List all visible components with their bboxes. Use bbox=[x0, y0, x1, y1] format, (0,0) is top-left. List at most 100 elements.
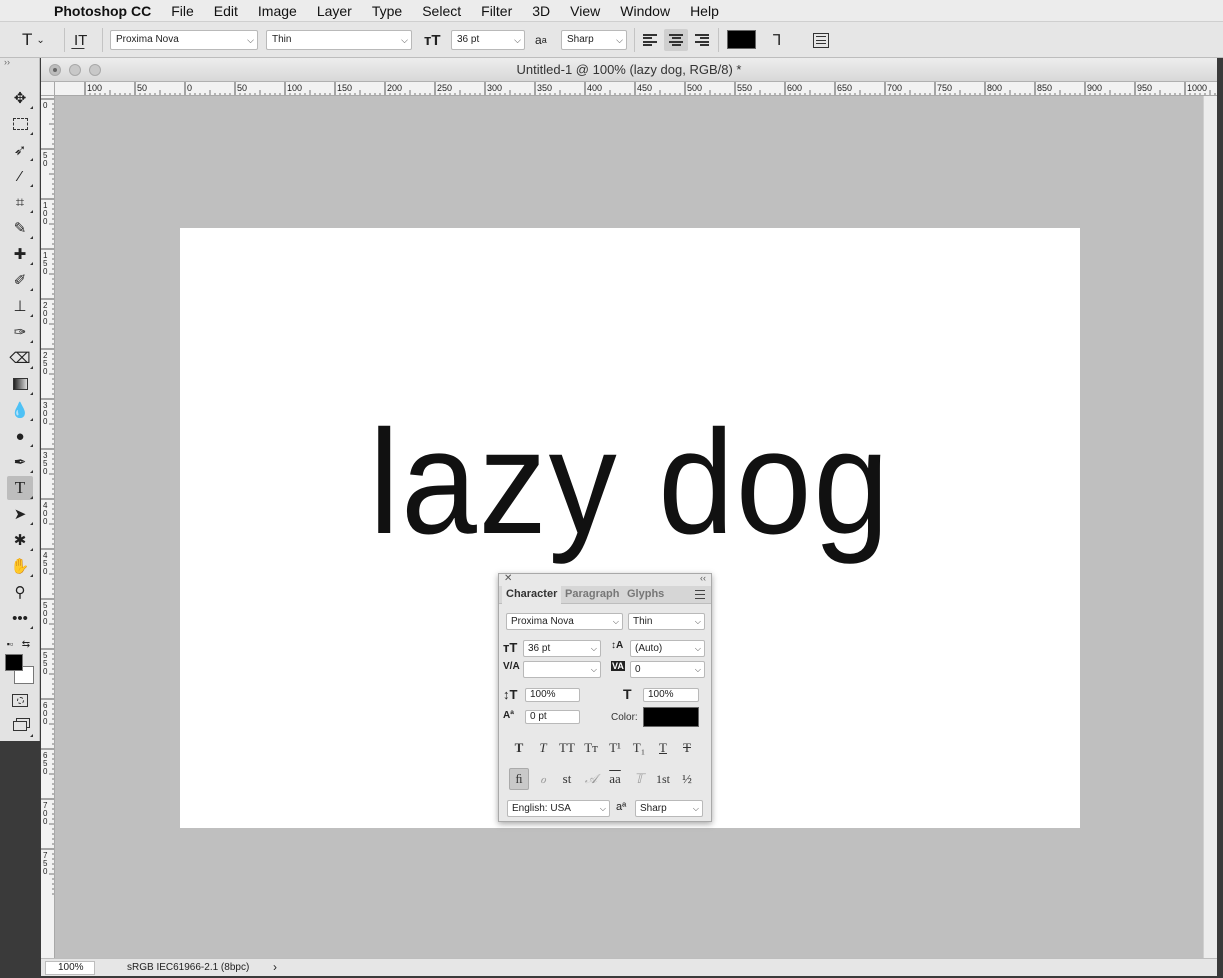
strikethrough-button[interactable]: T bbox=[677, 740, 697, 756]
menu-help[interactable]: Help bbox=[680, 0, 729, 22]
clone-stamp-tool-icon[interactable]: ⊥ bbox=[7, 294, 33, 318]
menu-edit[interactable]: Edit bbox=[204, 0, 248, 22]
swap-colors-icon[interactable]: ⇆ bbox=[18, 632, 34, 656]
char-language-select[interactable]: English: USA ⌵ bbox=[507, 800, 610, 817]
foreground-color-swatch[interactable] bbox=[5, 654, 23, 671]
char-baseline-shift-field[interactable]: 0 pt bbox=[525, 710, 580, 724]
crop-tool-icon[interactable]: ⌗ bbox=[7, 190, 33, 214]
healing-brush-tool-icon[interactable]: ✚ bbox=[7, 242, 33, 266]
screen-mode-icon[interactable] bbox=[7, 714, 33, 738]
text-color-swatch[interactable] bbox=[727, 30, 756, 49]
type-tool-icon[interactable]: T bbox=[7, 476, 33, 500]
divider bbox=[102, 28, 103, 52]
tab-paragraph[interactable]: Paragraph bbox=[565, 588, 619, 600]
titling-alternates-button[interactable]: 𝕋 bbox=[629, 768, 649, 790]
menu-3d[interactable]: 3D bbox=[522, 0, 560, 22]
menu-view[interactable]: View bbox=[560, 0, 610, 22]
eyedropper-tool-icon[interactable]: ✎ bbox=[7, 216, 33, 240]
canvas-text-layer[interactable]: lazy dog bbox=[216, 398, 1044, 568]
menu-image[interactable]: Image bbox=[248, 0, 307, 22]
horizontal-ruler[interactable]: 100 50 0 50 100 150 200 250 300 350 400 450 500 550 60… bbox=[55, 82, 1217, 96]
font-style-select[interactable]: Thin ⌵ bbox=[266, 30, 412, 50]
ruler-label: 650 bbox=[837, 83, 852, 93]
char-font-style-select[interactable]: Thin ⌵ bbox=[628, 613, 705, 630]
path-selection-tool-icon[interactable]: ➤ bbox=[7, 502, 33, 526]
blur-tool-icon[interactable]: 💧 bbox=[7, 398, 33, 422]
move-tool-icon[interactable]: ✥ bbox=[7, 86, 33, 110]
ordinals-button[interactable]: 1st bbox=[653, 768, 673, 790]
char-size-select[interactable]: 36 pt ⌵ bbox=[523, 640, 601, 657]
type-tool-preset-icon[interactable]: T ⌄ bbox=[22, 29, 45, 51]
all-caps-button[interactable]: TT bbox=[557, 740, 577, 756]
menu-photoshop[interactable]: Photoshop CC bbox=[44, 0, 161, 22]
vertical-ruler[interactable]: 0501001502002503003504004505005506006507… bbox=[41, 96, 55, 958]
menu-layer[interactable]: Layer bbox=[307, 0, 362, 22]
align-center-button[interactable] bbox=[664, 29, 688, 51]
ruler-label: 0 bbox=[43, 417, 48, 426]
custom-shape-tool-icon[interactable]: ✱ bbox=[7, 528, 33, 552]
brush-tool-icon[interactable]: ✐ bbox=[7, 268, 33, 292]
underline-button[interactable]: T bbox=[653, 740, 673, 756]
quick-mask-icon[interactable] bbox=[7, 688, 33, 712]
menu-filter[interactable]: Filter bbox=[471, 0, 522, 22]
magic-wand-tool-icon[interactable]: ⁄ bbox=[7, 164, 33, 188]
zoom-level-field[interactable]: 100% bbox=[45, 961, 95, 975]
ruler-label: 600 bbox=[787, 83, 802, 93]
standard-ligatures-button[interactable]: ﬁ bbox=[509, 768, 529, 790]
pen-tool-icon[interactable]: ✒ bbox=[7, 450, 33, 474]
fractions-button[interactable]: ½ bbox=[677, 768, 697, 790]
eraser-tool-icon[interactable]: ⌫ bbox=[7, 346, 33, 370]
char-vertical-scale-field[interactable]: 100% bbox=[525, 688, 580, 702]
ruler-label: 150 bbox=[337, 83, 352, 93]
gradient-tool-icon[interactable] bbox=[7, 372, 33, 396]
dodge-tool-icon[interactable]: ● bbox=[7, 424, 33, 448]
tab-character[interactable]: Character bbox=[502, 586, 562, 605]
char-leading-select[interactable]: (Auto) ⌵ bbox=[630, 640, 705, 657]
menu-window[interactable]: Window bbox=[610, 0, 680, 22]
subscript-button[interactable]: T₁ bbox=[629, 740, 649, 756]
char-horizontal-scale-field[interactable]: 100% bbox=[643, 688, 699, 702]
align-right-button[interactable] bbox=[690, 29, 714, 51]
discretionary-ligatures-button[interactable]: st bbox=[557, 768, 577, 790]
char-kerning-select[interactable]: ⌵ bbox=[523, 661, 601, 678]
hand-tool-icon[interactable]: ✋ bbox=[7, 554, 33, 578]
panel-collapse-icon[interactable]: ‹‹ bbox=[700, 573, 706, 583]
warp-text-icon[interactable]: Ꞁ bbox=[773, 29, 781, 51]
menu-type[interactable]: Type bbox=[362, 0, 412, 22]
menu-bar: Photoshop CC File Edit Image Layer Type … bbox=[0, 0, 1223, 22]
toggle-panels-icon[interactable] bbox=[813, 29, 829, 51]
contextual-alternates-button[interactable]: ℴ bbox=[533, 768, 553, 790]
font-family-select[interactable]: Proxima Nova ⌵ bbox=[110, 30, 258, 50]
stylistic-alternates-button[interactable]: aa bbox=[605, 768, 625, 790]
panel-grip-icon[interactable]: ›› bbox=[0, 58, 39, 68]
panel-tabs: Character Paragraph Glyphs bbox=[499, 586, 711, 605]
font-size-select[interactable]: 36 pt ⌵ bbox=[451, 30, 525, 50]
vertical-scrollbar[interactable] bbox=[1203, 96, 1217, 958]
char-font-family-select[interactable]: Proxima Nova ⌵ bbox=[506, 613, 623, 630]
history-brush-tool-icon[interactable]: ✑ bbox=[7, 320, 33, 344]
lasso-tool-icon[interactable]: ➶ bbox=[7, 138, 33, 162]
panel-menu-icon[interactable] bbox=[695, 590, 705, 599]
align-left-button[interactable] bbox=[638, 29, 662, 51]
swash-button[interactable]: 𝒜 bbox=[581, 768, 601, 790]
panel-close-icon[interactable]: ✕ bbox=[504, 573, 512, 584]
char-tracking-select[interactable]: 0 ⌵ bbox=[630, 661, 705, 678]
toggle-orientation-icon[interactable]: I͟T bbox=[74, 29, 87, 51]
default-colors-icon[interactable]: ▪▫ bbox=[2, 632, 18, 656]
marquee-tool-icon[interactable] bbox=[7, 112, 33, 136]
small-caps-button[interactable]: Tт bbox=[581, 740, 601, 756]
menu-select[interactable]: Select bbox=[412, 0, 471, 22]
char-antialias-select[interactable]: Sharp ⌵ bbox=[635, 800, 703, 817]
ruler-origin[interactable] bbox=[41, 82, 55, 96]
tab-glyphs[interactable]: Glyphs bbox=[627, 588, 664, 600]
status-menu-arrow-icon[interactable]: › bbox=[273, 960, 277, 974]
more-tools-icon[interactable]: ••• bbox=[7, 606, 33, 630]
superscript-button[interactable]: T¹ bbox=[605, 740, 625, 756]
divider bbox=[64, 28, 65, 52]
zoom-tool-icon[interactable]: ⚲ bbox=[7, 580, 33, 604]
faux-italic-button[interactable]: T bbox=[533, 740, 553, 756]
menu-file[interactable]: File bbox=[161, 0, 204, 22]
char-color-swatch[interactable] bbox=[643, 707, 699, 727]
antialias-select[interactable]: Sharp ⌵ bbox=[561, 30, 627, 50]
faux-bold-button[interactable]: T bbox=[509, 740, 529, 756]
